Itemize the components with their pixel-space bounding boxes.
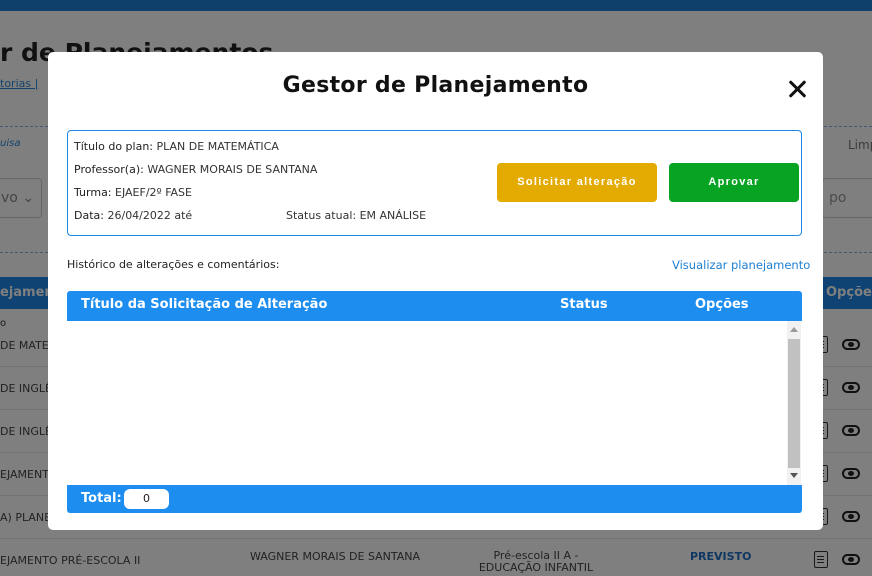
column-header-status: Status [560,297,608,312]
total-label: Total: [81,491,122,506]
view-plan-link[interactable]: Visualizar planejamento [672,258,810,272]
column-header-options: Opções [695,297,749,312]
class-label: Turma: [74,186,112,199]
column-header-title: Título da Solicitação de Alteração [81,297,328,312]
history-table-footer: Total: 0 [67,485,802,513]
status-line: Status atual: EM ANÁLISE [286,209,426,222]
status-value: EM ANÁLISE [359,209,427,222]
teacher-label: Professor(a): [74,163,144,176]
history-table-body [67,321,802,485]
scrollbar[interactable] [787,321,801,485]
date-value: 26/04/2022 até [107,209,193,222]
date-line: Data: 26/04/2022 até [74,209,192,222]
plan-title-label: Título do plan: [74,140,154,153]
plan-title-value: PLAN DE MATEMÁTICA [156,140,279,153]
request-change-button[interactable]: Solicitar alteração [497,163,657,202]
modal-title: Gestor de Planejamento [282,73,589,98]
plan-title-line: Título do plan: PLAN DE MATEMÁTICA [74,140,279,153]
history-label: Histórico de alterações e comentários: [67,258,280,271]
history-table-header: Título da Solicitação de Alteração Statu… [67,291,802,321]
teacher-value: WAGNER MORAIS DE SANTANA [147,163,318,176]
plan-manager-modal: Gestor de Planejamento Título do plan: P… [48,52,823,530]
scrollbar-thumb[interactable] [788,339,800,468]
plan-info-panel: Título do plan: PLAN DE MATEMÁTICA Profe… [67,130,802,236]
teacher-line: Professor(a): WAGNER MORAIS DE SANTANA [74,163,317,176]
close-icon[interactable] [787,79,807,99]
total-count: 0 [124,489,169,509]
class-value: EJAEF/2º FASE [115,186,192,199]
class-line: Turma: EJAEF/2º FASE [74,186,192,199]
date-label: Data: [74,209,104,222]
scroll-up-arrow-icon[interactable] [790,327,798,332]
status-label: Status atual: [286,209,357,222]
scroll-down-arrow-icon[interactable] [790,473,798,478]
approve-button[interactable]: Aprovar [669,163,799,202]
